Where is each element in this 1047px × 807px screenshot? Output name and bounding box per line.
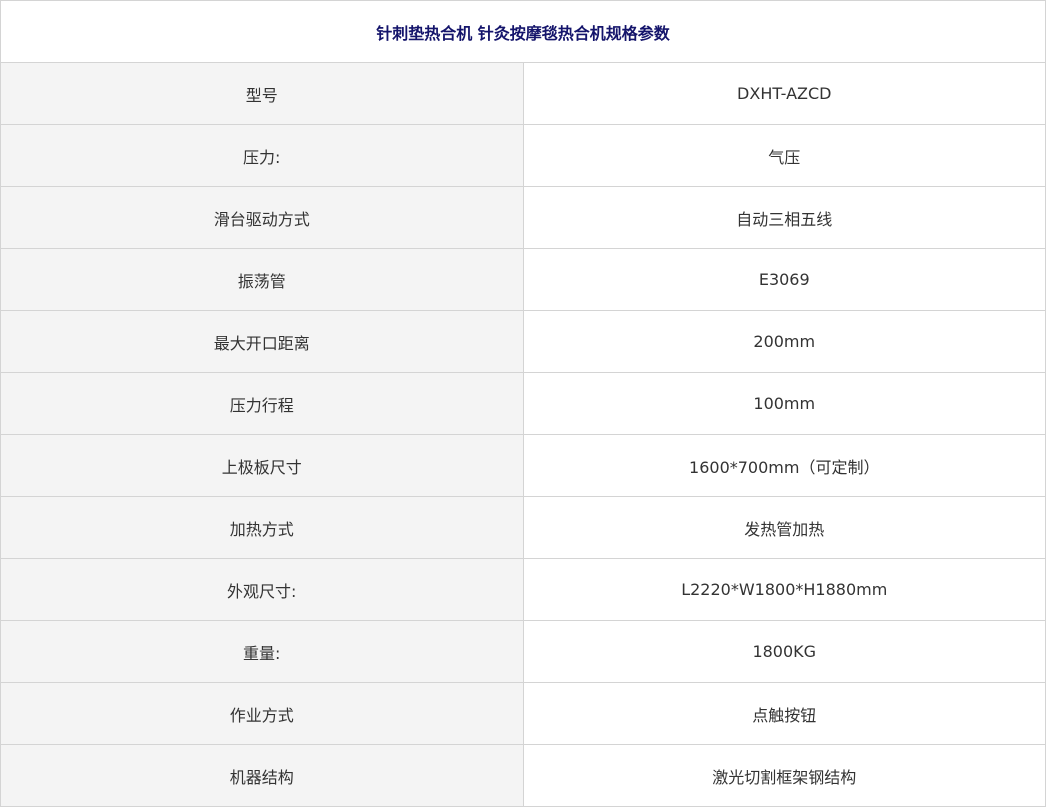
spec-value: 200mm [522, 310, 1046, 373]
spec-value: 气压 [522, 124, 1046, 187]
spec-label: 最大开口距离 [0, 310, 524, 373]
spec-label: 振荡管 [0, 248, 524, 311]
table-row: 振荡管 E3069 [0, 248, 1046, 311]
spec-label: 作业方式 [0, 682, 524, 745]
spec-value: E3069 [522, 248, 1046, 311]
spec-label: 加热方式 [0, 496, 524, 559]
table-row: 压力: 气压 [0, 124, 1046, 187]
spec-value: 激光切割框架钢结构 [522, 744, 1046, 807]
table-row: 重量: 1800KG [0, 620, 1046, 683]
title-row: 针刺垫热合机 针灸按摩毯热合机规格参数 [0, 0, 1046, 63]
table-row: 压力行程 100mm [0, 372, 1046, 435]
spec-label: 机器结构 [0, 744, 524, 807]
spec-label: 外观尺寸: [0, 558, 524, 621]
table-title: 针刺垫热合机 针灸按摩毯热合机规格参数 [0, 0, 1046, 63]
table-row: 最大开口距离 200mm [0, 310, 1046, 373]
spec-value: 1600*700mm（可定制） [522, 434, 1046, 497]
spec-label: 压力: [0, 124, 524, 187]
spec-table: 针刺垫热合机 针灸按摩毯热合机规格参数 型号 DXHT-AZCD 压力: 气压 … [0, 0, 1046, 807]
table-row: 滑台驱动方式 自动三相五线 [0, 186, 1046, 249]
table-row: 型号 DXHT-AZCD [0, 62, 1046, 125]
spec-value: 发热管加热 [522, 496, 1046, 559]
spec-label: 压力行程 [0, 372, 524, 435]
spec-value: 100mm [522, 372, 1046, 435]
spec-value: 1800KG [522, 620, 1046, 683]
spec-value: 点触按钮 [522, 682, 1046, 745]
table-row: 上极板尺寸 1600*700mm（可定制） [0, 434, 1046, 497]
spec-value: DXHT-AZCD [522, 62, 1046, 125]
spec-label: 上极板尺寸 [0, 434, 524, 497]
table-row: 加热方式 发热管加热 [0, 496, 1046, 559]
spec-label: 滑台驱动方式 [0, 186, 524, 249]
spec-label: 重量: [0, 620, 524, 683]
table-row: 作业方式 点触按钮 [0, 682, 1046, 745]
table-row: 外观尺寸: L2220*W1800*H1880mm [0, 558, 1046, 621]
table-row: 机器结构 激光切割框架钢结构 [0, 744, 1046, 807]
spec-value: L2220*W1800*H1880mm [522, 558, 1046, 621]
spec-label: 型号 [0, 62, 524, 125]
spec-value: 自动三相五线 [522, 186, 1046, 249]
